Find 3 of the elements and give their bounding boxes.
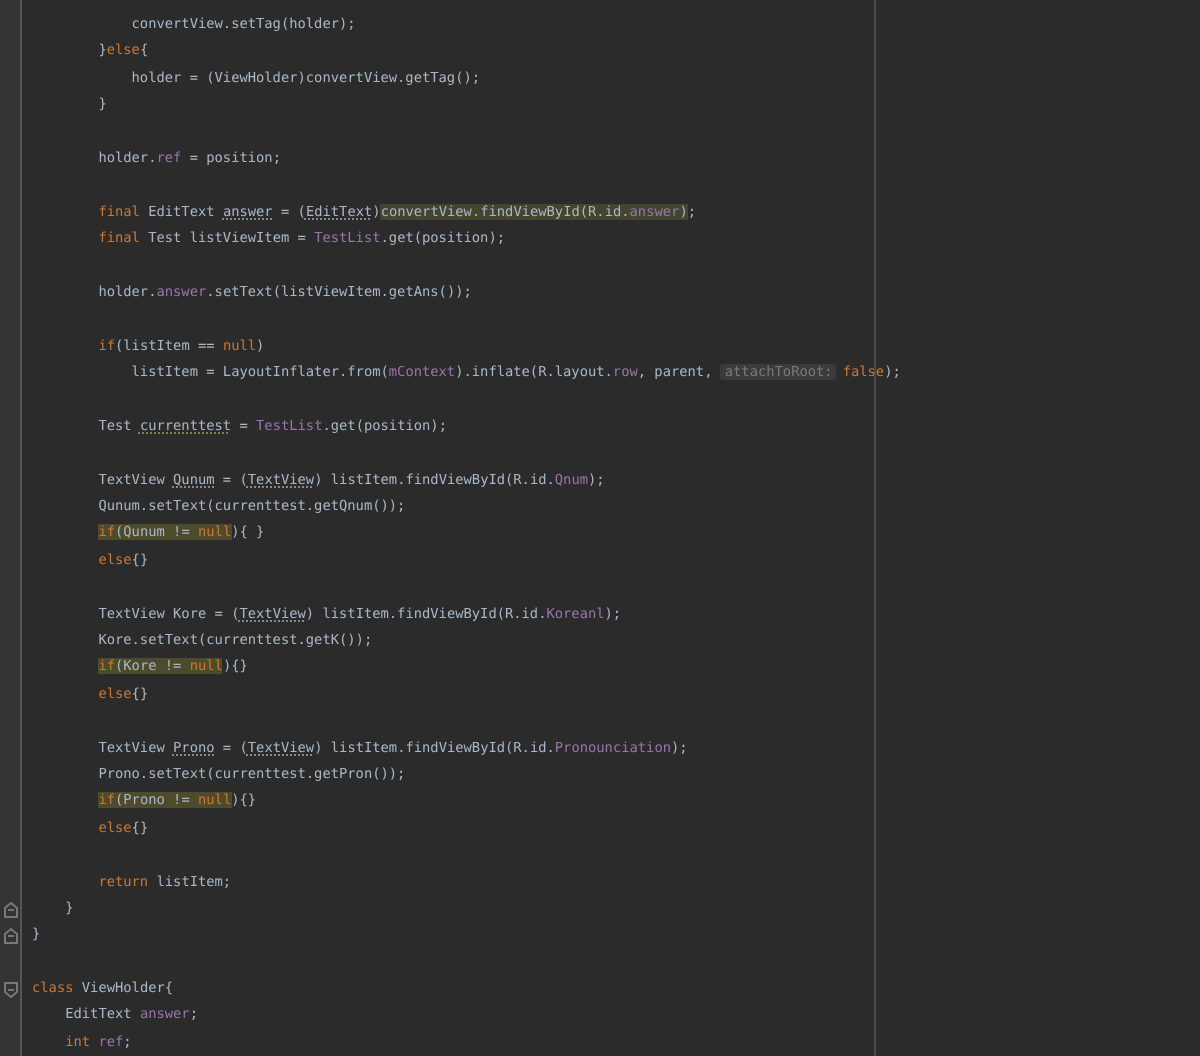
fold-marker-icon[interactable] [3, 981, 17, 998]
fold-marker-icon[interactable] [3, 927, 17, 944]
fold-marker-icon[interactable] [3, 901, 17, 918]
